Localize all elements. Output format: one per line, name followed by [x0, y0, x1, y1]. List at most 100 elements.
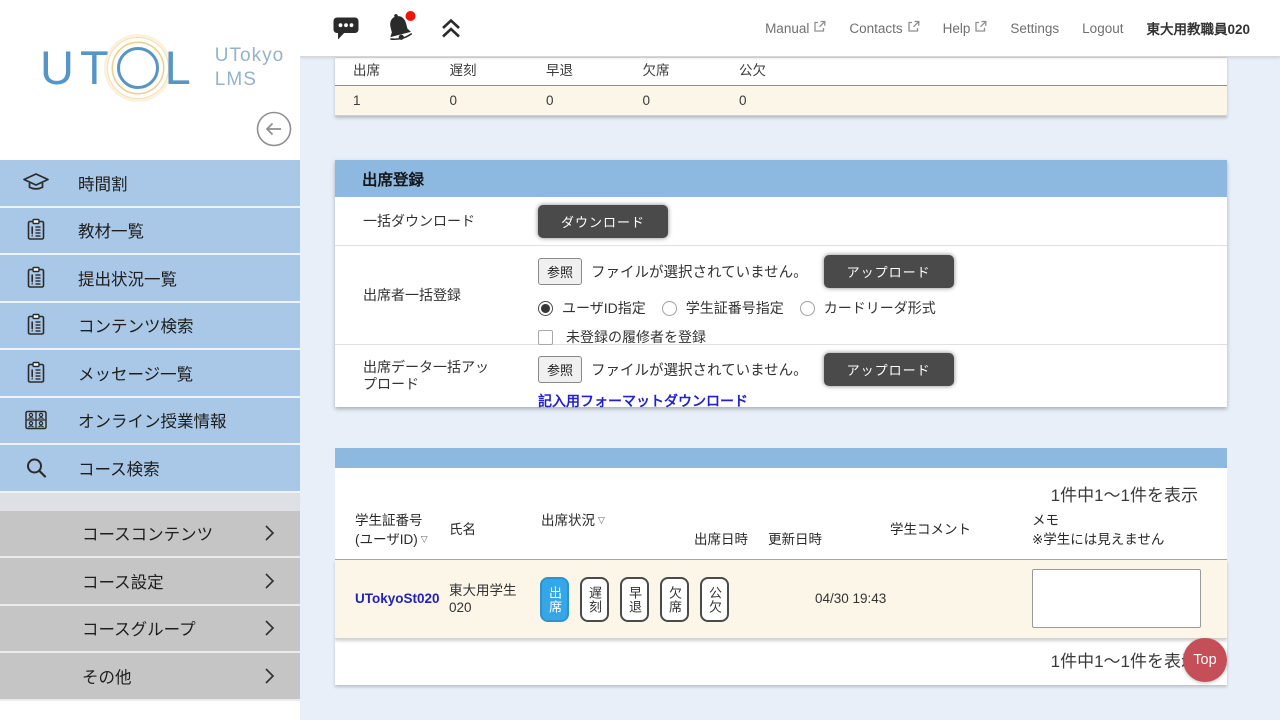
summary-header: 出席 — [335, 59, 432, 85]
result-count-bottom: 1件中1〜1件を表示 — [1051, 639, 1198, 685]
upload-button[interactable]: アップロード — [824, 353, 954, 386]
summary-header: 公欠 — [721, 59, 818, 85]
chevron-right-icon — [262, 523, 276, 543]
manual-link[interactable]: Manual — [765, 20, 826, 36]
chevron-right-icon — [262, 618, 276, 638]
browse-button[interactable]: 参照 — [538, 258, 582, 285]
sidebar-item-content-search[interactable]: コンテンツ検索 — [0, 303, 300, 351]
bulk-upload-row: 出席データ一括アップロード 参照 ファイルが選択されていません。 アップロード … — [335, 345, 1227, 407]
summary-value-row: 1 0 0 0 0 — [335, 86, 1227, 116]
sidebar-collapse-button[interactable] — [255, 110, 293, 148]
download-button[interactable]: ダウンロード — [538, 205, 668, 238]
header-icon-group — [332, 9, 464, 47]
sidebar-item-label: コース設定 — [82, 569, 164, 593]
sidebar-item-label: コースコンテンツ — [82, 521, 213, 545]
help-link[interactable]: Help — [943, 20, 988, 36]
radio-label: 学生証番号指定 — [686, 298, 784, 318]
sidebar-item-online-class-info[interactable]: オンライン授業情報 — [0, 398, 300, 446]
status-button-late[interactable]: 遅刻 — [580, 577, 609, 622]
summary-value: 0 — [625, 93, 722, 108]
radio-student-card-number[interactable] — [662, 301, 677, 316]
column-status[interactable]: 出席状況▽ — [541, 511, 605, 530]
sidebar-item-label: コンテンツ検索 — [78, 313, 194, 337]
summary-value: 0 — [721, 93, 818, 108]
sidebar-item-course-search[interactable]: コース検索 — [0, 445, 300, 493]
settings-link[interactable]: Settings — [1010, 21, 1059, 36]
bulk-download-row: 一括ダウンロード ダウンロード — [335, 197, 1227, 246]
main-content: 出席 遅刻 早退 欠席 公欠 1 0 0 0 0 出席登録 一括ダウンロード ダ… — [300, 57, 1280, 720]
radio-label: カードリーダ形式 — [824, 298, 936, 318]
sidebar-item-message-list[interactable]: メッセージ一覧 — [0, 350, 300, 398]
sidebar: UT L UTokyo LMS 時間割 — [0, 0, 300, 720]
status-button-early-leave[interactable]: 早退 — [620, 577, 649, 622]
sidebar-section-divider — [0, 493, 300, 511]
panel-title: 出席登録 — [335, 160, 1227, 197]
attendance-datetime: 04/30 19:43 — [815, 591, 886, 606]
sidebar-item-label: その他 — [82, 664, 132, 688]
collapse-up-icon[interactable] — [438, 15, 464, 41]
status-button-absent[interactable]: 欠席 — [660, 577, 689, 622]
status-button-present[interactable]: 出席 — [540, 577, 569, 622]
clipboard-icon — [21, 263, 51, 293]
table-top-bar — [335, 448, 1227, 468]
contacts-link[interactable]: Contacts — [849, 20, 919, 36]
sidebar-item-timetable[interactable]: 時間割 — [0, 160, 300, 208]
column-memo: メモ ※学生には見えません — [1032, 511, 1164, 549]
bulk-register-row: 出席者一括登録 参照 ファイルが選択されていません。 アップロード ユーザID指… — [335, 246, 1227, 345]
logout-link[interactable]: Logout — [1082, 21, 1123, 36]
register-unenrolled-checkbox[interactable] — [538, 330, 553, 345]
app-root: UT L UTokyo LMS 時間割 — [0, 0, 1280, 720]
column-attendance-time: 出席日時 — [694, 530, 748, 549]
column-name: 氏名 — [449, 520, 476, 539]
sidebar-item-label: 提出状況一覧 — [78, 266, 177, 290]
back-arrow-icon — [255, 136, 293, 151]
scroll-to-top-button[interactable]: Top — [1183, 638, 1227, 682]
attendance-summary-table: 出席 遅刻 早退 欠席 公欠 1 0 0 0 0 — [335, 57, 1227, 116]
sidebar-item-label: コース検索 — [78, 456, 160, 480]
sort-icon: ▽ — [421, 534, 428, 544]
sidebar-item-label: コースグループ — [82, 616, 196, 640]
status-button-excused[interactable]: 公欠 — [700, 577, 729, 622]
table-row: UTokyoSt020 東大用学生020 出席 遅刻 早退 欠席 公欠 04/3… — [335, 560, 1227, 639]
people-grid-icon — [21, 405, 51, 435]
radio-card-reader[interactable] — [800, 301, 815, 316]
student-id-link[interactable]: UTokyoSt020 — [355, 591, 440, 606]
summary-value: 1 — [335, 93, 432, 108]
utol-logo: UT L UTokyo LMS — [40, 44, 284, 92]
sidebar-item-course-contents[interactable]: コースコンテンツ — [0, 511, 300, 559]
summary-header: 遅刻 — [432, 59, 529, 85]
field-label: 出席者一括登録 — [335, 246, 507, 344]
table-footer: 1件中1〜1件を表示 — [335, 639, 1227, 685]
logo-area: UT L UTokyo LMS — [0, 0, 300, 160]
upload-button[interactable]: アップロード — [824, 255, 954, 288]
memo-textarea[interactable] — [1032, 569, 1201, 628]
chat-icon[interactable] — [332, 14, 362, 42]
user-name: 東大用教職員020 — [1146, 18, 1250, 38]
file-status-text: ファイルが選択されていません。 — [591, 261, 808, 282]
student-attendance-table: 1件中1〜1件を表示 学生証番号 (ユーザID)▽ 氏名 出席状況▽ 出席日時 … — [335, 448, 1227, 685]
sidebar-item-course-group[interactable]: コースグループ — [0, 606, 300, 654]
logo-subtitle: UTokyo LMS — [215, 44, 284, 92]
sidebar-item-materials[interactable]: 教材一覧 — [0, 208, 300, 256]
radio-user-id[interactable] — [538, 301, 553, 316]
clipboard-icon — [21, 310, 51, 340]
clipboard-icon — [21, 358, 51, 388]
browse-button[interactable]: 参照 — [538, 356, 582, 383]
sort-icon: ▽ — [598, 515, 605, 525]
sidebar-item-course-settings[interactable]: コース設定 — [0, 558, 300, 606]
sidebar-item-label: 時間割 — [78, 171, 128, 195]
header-links: Manual Contacts Help Settings Logout 東大用… — [765, 18, 1250, 38]
sidebar-item-submission-status[interactable]: 提出状況一覧 — [0, 255, 300, 303]
table-header: 1件中1〜1件を表示 学生証番号 (ユーザID)▽ 氏名 出席状況▽ 出席日時 … — [335, 468, 1227, 560]
chevron-right-icon — [262, 666, 276, 686]
radio-label: ユーザID指定 — [562, 298, 646, 318]
sidebar-item-label: メッセージ一覧 — [78, 361, 193, 385]
graduation-cap-icon — [21, 168, 51, 198]
format-download-link[interactable]: 記入用フォーマットダウンロード — [538, 391, 748, 411]
external-link-icon — [813, 20, 826, 36]
summary-header: 早退 — [528, 59, 625, 85]
sidebar-item-others[interactable]: その他 — [0, 653, 300, 701]
bell-icon[interactable] — [382, 9, 418, 47]
summary-header-row: 出席 遅刻 早退 欠席 公欠 — [335, 58, 1227, 86]
column-student-id[interactable]: 学生証番号 (ユーザID)▽ — [355, 511, 428, 549]
